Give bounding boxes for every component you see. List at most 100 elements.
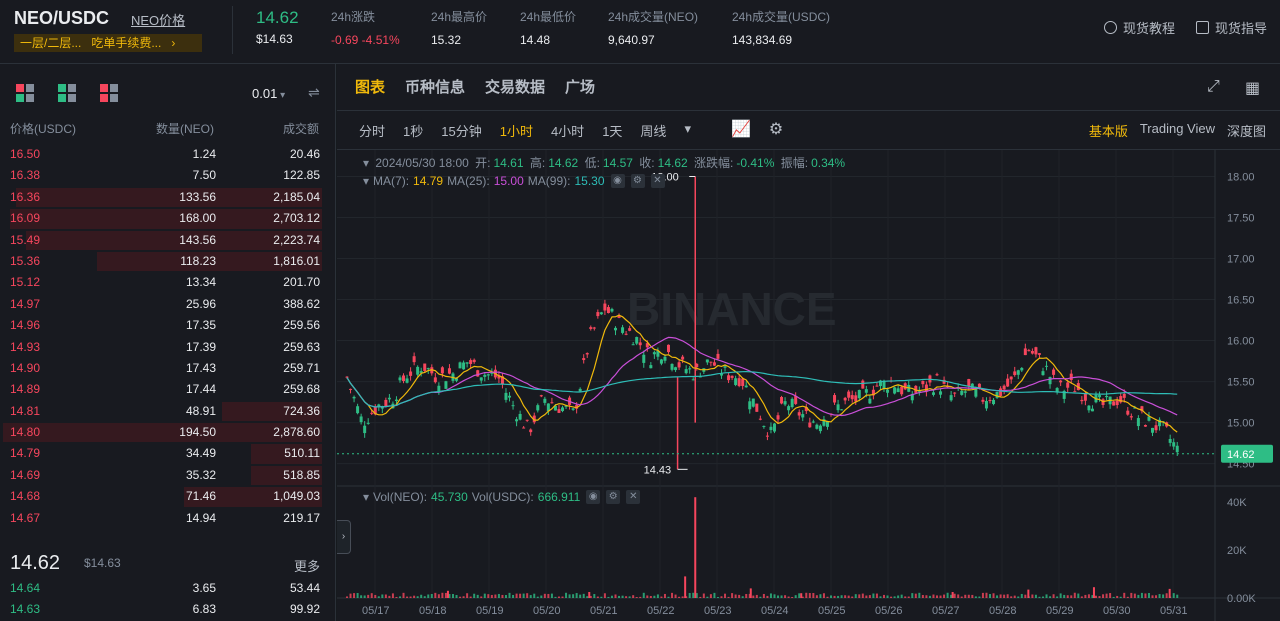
last-price-usd: $14.63 xyxy=(256,32,293,46)
interval-15m[interactable]: 15分钟 xyxy=(441,121,481,140)
ask-row[interactable]: 16.36 133.56 2,185.04 xyxy=(0,187,336,208)
interval-1h[interactable]: 1小时 xyxy=(500,121,533,140)
ask-row[interactable]: 14.69 35.32 518.85 xyxy=(0,465,336,486)
precision-select[interactable]: 0.01 xyxy=(252,86,285,101)
ask-row[interactable]: 16.50 1.24 20.46 xyxy=(0,144,336,165)
close-icon[interactable]: ✕ xyxy=(650,174,665,188)
gear-icon[interactable]: ⚙ xyxy=(630,174,645,188)
bid-row[interactable]: 14.64 3.65 53.44 xyxy=(0,578,336,599)
row-price: 14.67 xyxy=(10,510,41,525)
pair-price-link[interactable]: NEO价格 xyxy=(131,10,185,29)
x-tick: 05/21 xyxy=(590,605,618,617)
gear-icon[interactable]: ⚙ xyxy=(769,119,783,139)
candle-body xyxy=(712,362,716,366)
volume-bar xyxy=(1056,596,1059,598)
tag-layer[interactable]: 一层/二层... xyxy=(20,34,81,52)
interval-1d[interactable]: 1天 xyxy=(602,121,622,140)
ask-row[interactable]: 14.90 17.43 259.71 xyxy=(0,358,336,379)
ask-row[interactable]: 14.80 194.50 2,878.60 xyxy=(0,422,336,443)
candle-body xyxy=(1048,377,1052,385)
ask-row[interactable]: 14.97 25.96 388.62 xyxy=(0,294,336,315)
volume-bar xyxy=(663,593,666,598)
ask-row[interactable]: 15.36 118.23 1,816.01 xyxy=(0,251,336,272)
volume-bar xyxy=(603,593,606,598)
tag-fee[interactable]: 吃单手续费... xyxy=(91,34,161,52)
ma7-label: MA(7): xyxy=(373,174,410,188)
candle-body xyxy=(345,376,349,378)
candle-body xyxy=(963,391,967,393)
interval-1s[interactable]: 1秒 xyxy=(403,121,423,140)
chevron-icon[interactable]: ▾ xyxy=(363,174,369,188)
indicator-icon[interactable]: 📈 xyxy=(731,119,751,139)
interval-time[interactable]: 分时 xyxy=(359,121,385,140)
book-bids-icon[interactable] xyxy=(58,84,78,102)
candle-body xyxy=(783,401,787,405)
ask-row[interactable]: 16.09 168.00 2,703.12 xyxy=(0,208,336,229)
spot-guide-link[interactable]: 现货指导 xyxy=(1196,18,1267,37)
gear-icon[interactable]: ⚙ xyxy=(606,490,621,504)
volume-bar xyxy=(656,594,659,598)
ask-row[interactable]: 14.89 17.44 259.68 xyxy=(0,379,336,400)
ask-row[interactable]: 14.79 34.49 510.11 xyxy=(0,443,336,464)
legend-open-label: 开: xyxy=(475,156,491,170)
volume-bar xyxy=(473,593,476,598)
chevron-icon[interactable]: ▾ xyxy=(363,490,369,504)
close-icon[interactable]: ✕ xyxy=(626,490,641,504)
view-basic[interactable]: 基本版 xyxy=(1089,121,1128,140)
tag-chevron-icon[interactable]: › xyxy=(171,34,175,52)
volume-bar xyxy=(897,595,900,598)
ask-row[interactable]: 15.12 13.34 201.70 xyxy=(0,272,336,293)
tab-coin-info[interactable]: 币种信息 xyxy=(405,76,465,97)
chevron-icon[interactable]: ▾ xyxy=(363,156,369,170)
volume-bar xyxy=(1087,594,1090,598)
volume-bar xyxy=(349,593,352,598)
ask-row[interactable]: 15.49 143.56 2,223.74 xyxy=(0,230,336,251)
ask-row[interactable]: 16.38 7.50 122.85 xyxy=(0,165,336,186)
volume-bar xyxy=(861,593,864,598)
volume-bar xyxy=(1162,594,1165,598)
fullscreen-icon[interactable]: ⤢ xyxy=(1207,78,1220,96)
expand-panel-button[interactable]: › xyxy=(337,520,351,554)
pair-tags[interactable]: 一层/二层... 吃单手续费... › xyxy=(14,34,202,52)
ask-row[interactable]: 14.93 17.39 259.63 xyxy=(0,337,336,358)
tab-square[interactable]: 广场 xyxy=(565,76,595,97)
tab-trading-data[interactable]: 交易数据 xyxy=(485,76,545,97)
chevron-down-icon[interactable]: ▾ xyxy=(684,121,691,140)
stat-value: 9,640.97 xyxy=(608,33,655,47)
spot-tutorial-link[interactable]: 现货教程 xyxy=(1104,18,1175,37)
book-asks-icon[interactable] xyxy=(100,84,120,102)
ask-row[interactable]: 14.81 48.91 724.36 xyxy=(0,401,336,422)
candle-body xyxy=(836,404,840,411)
view-depth[interactable]: 深度图 xyxy=(1227,121,1266,140)
candle-body xyxy=(684,369,688,374)
layout-grid-icon[interactable]: ▦ xyxy=(1245,78,1260,98)
pair-title[interactable]: NEO/USDC xyxy=(14,8,109,29)
candle-body xyxy=(981,399,985,402)
candlestick-chart[interactable]: 18.0017.5017.0016.5016.0015.5015.0014.50… xyxy=(337,150,1280,621)
volume-bar xyxy=(773,594,776,598)
volume-bar xyxy=(430,593,433,598)
more-button[interactable]: 更多 xyxy=(294,556,320,575)
volume-bar xyxy=(1013,595,1016,598)
volume-bar xyxy=(395,596,398,598)
book-both-icon[interactable] xyxy=(16,84,36,102)
tab-chart[interactable]: 图表 xyxy=(355,76,385,97)
volume-bar xyxy=(879,596,882,598)
eye-icon[interactable]: ◉ xyxy=(586,490,601,504)
filter-icon[interactable]: ⇌ xyxy=(308,84,320,101)
ask-row[interactable]: 14.68 71.46 1,049.03 xyxy=(0,486,336,507)
legend-high-label: 高: xyxy=(529,156,546,170)
legend-change: -0.41% xyxy=(736,156,775,170)
eye-icon[interactable]: ◉ xyxy=(610,174,625,188)
ask-row[interactable]: 14.67 14.94 219.17 xyxy=(0,508,336,529)
volume-bar xyxy=(769,593,772,598)
candle-body xyxy=(1087,405,1091,411)
interval-4h[interactable]: 4小时 xyxy=(551,121,584,140)
ask-row[interactable]: 14.96 17.35 259.56 xyxy=(0,315,336,336)
view-tradingview[interactable]: Trading View xyxy=(1140,121,1215,140)
interval-week[interactable]: 周线 xyxy=(640,121,666,140)
price-tick: 17.50 xyxy=(1227,213,1255,225)
volume-bar xyxy=(985,592,988,598)
row-total: 201.70 xyxy=(283,275,320,290)
bid-row[interactable]: 14.63 6.83 99.92 xyxy=(0,599,336,620)
